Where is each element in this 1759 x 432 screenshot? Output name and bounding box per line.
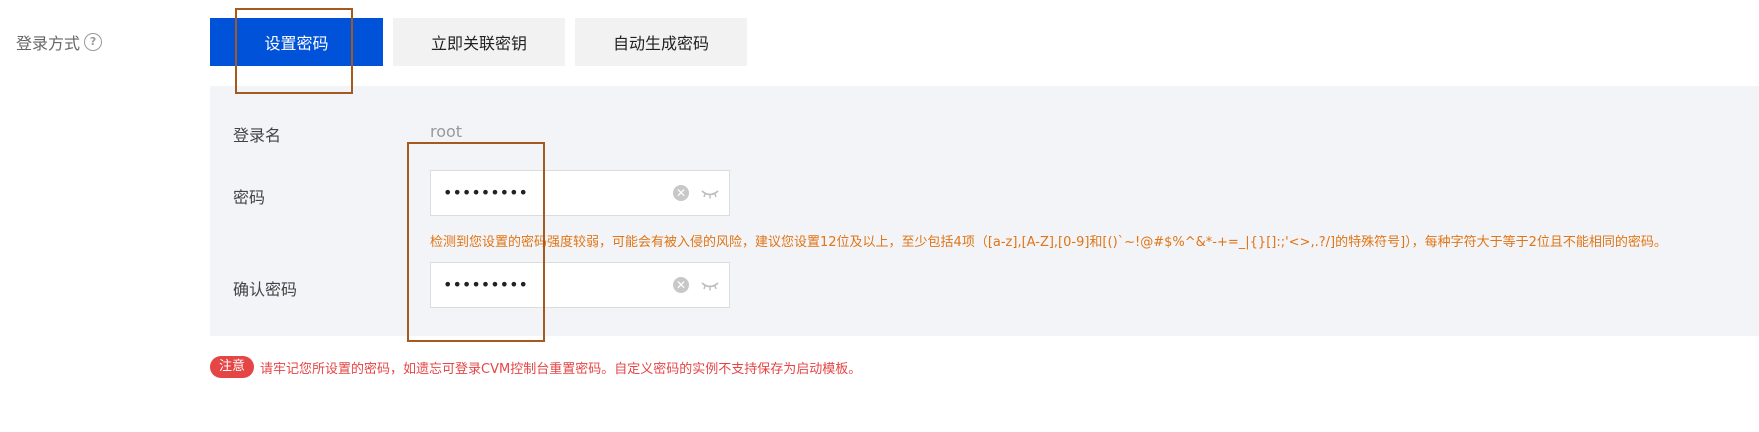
tab-set-password[interactable]: 设置密码 <box>210 18 383 66</box>
confirm-password-input[interactable]: ••••••••• ✕ <box>430 262 730 308</box>
tab-associate-key[interactable]: 立即关联密钥 <box>393 18 565 66</box>
clear-icon[interactable]: ✕ <box>673 277 689 293</box>
password-value: ••••••••• <box>443 183 528 202</box>
note-text: 请牢记您所设置的密码，如遗忘可登录CVM控制台重置密码。自定义密码的实例不支持保… <box>260 361 862 377</box>
tab-auto-generate-password[interactable]: 自动生成密码 <box>575 18 747 66</box>
password-label: 密码 <box>233 188 266 207</box>
username-label: 登录名 <box>233 126 282 145</box>
confirm-password-value: ••••••••• <box>443 275 528 294</box>
eye-closed-icon[interactable] <box>701 189 719 199</box>
note-badge: 注意 <box>210 356 255 378</box>
login-method-label: 登录方式 <box>16 34 81 53</box>
password-strength-warning: 检测到您设置的密码强度较弱，可能会有被入侵的风险，建议您设置12位及以上，至少包… <box>430 235 1667 250</box>
login-settings-section: 登录方式 ? 设置密码 立即关联密钥 自动生成密码 登录名 root 密码 ••… <box>0 0 1759 432</box>
login-method-tabs: 设置密码 立即关联密钥 自动生成密码 <box>210 18 747 66</box>
note-row: 注意 请牢记您所设置的密码，如遗忘可登录CVM控制台重置密码。自定义密码的实例不… <box>210 356 861 378</box>
eye-closed-icon[interactable] <box>701 281 719 291</box>
username-value: root <box>430 122 463 141</box>
question-circle-icon[interactable]: ? <box>84 33 103 51</box>
login-method-label-group: 登录方式 ? <box>16 30 103 54</box>
clear-icon[interactable]: ✕ <box>673 185 689 201</box>
confirm-password-label: 确认密码 <box>233 280 298 299</box>
password-input[interactable]: ••••••••• ✕ <box>430 170 730 216</box>
